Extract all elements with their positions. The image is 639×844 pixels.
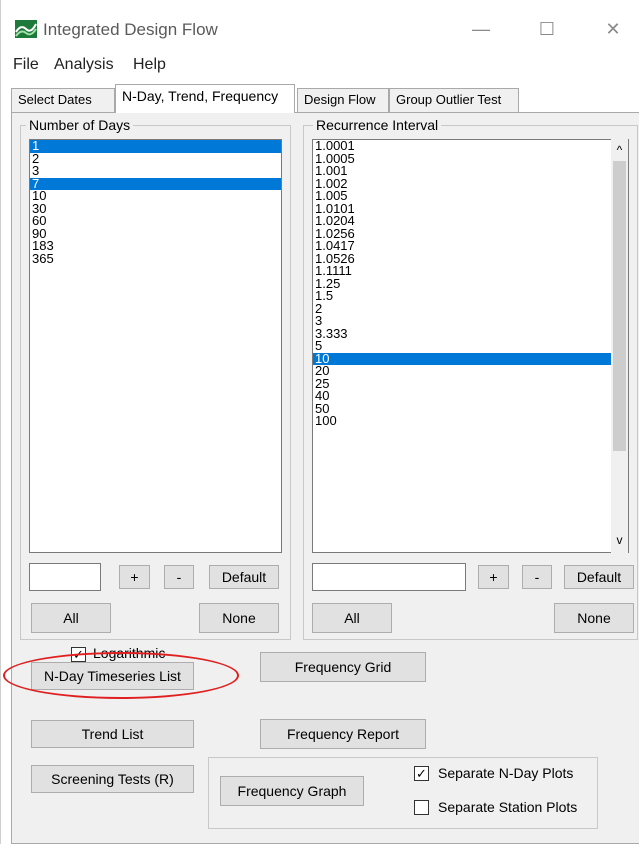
list-item[interactable]: 3.333 <box>313 327 628 341</box>
recurrence-input[interactable] <box>312 563 466 591</box>
list-item[interactable]: 3 <box>30 164 281 178</box>
list-item[interactable]: 1 <box>30 140 281 153</box>
app-logo-icon <box>15 20 37 38</box>
tab-nday-trend-frequency[interactable]: N-Day, Trend, Frequency <box>115 84 295 113</box>
frequency-grid-button[interactable]: Frequency Grid <box>260 652 426 682</box>
frequency-graph-button[interactable]: Frequency Graph <box>220 776 364 806</box>
number-of-days-input[interactable] <box>29 563 101 591</box>
list-item[interactable]: 1.25 <box>313 277 628 291</box>
list-item[interactable]: 1.0526 <box>313 252 628 266</box>
list-item[interactable]: 1.0256 <box>313 227 628 241</box>
list-item[interactable]: 20 <box>313 364 628 378</box>
list-item[interactable]: 2 <box>30 152 281 166</box>
number-of-days-listbox[interactable]: 1 2 3 7 10 30 60 90 183 365 <box>29 139 282 553</box>
list-item[interactable]: 1.0101 <box>313 202 628 216</box>
list-item[interactable]: 90 <box>30 227 281 241</box>
list-item[interactable]: 183 <box>30 239 281 253</box>
list-item[interactable]: 10 <box>313 352 628 365</box>
list-item[interactable]: 3 <box>313 314 628 328</box>
list-item[interactable]: 1.0005 <box>313 152 628 166</box>
recurrence-interval-listbox[interactable]: 1.0001 1.0005 1.001 1.002 1.005 1.0101 1.0204 1… <box>312 139 629 553</box>
select-none-recurrence-button[interactable]: None <box>554 603 634 633</box>
list-item[interactable]: 1.0001 <box>313 140 628 153</box>
add-day-button[interactable]: + <box>119 565 150 589</box>
list-item[interactable]: 1.1111 <box>313 264 628 278</box>
list-item[interactable]: 1.001 <box>313 164 628 178</box>
list-item[interactable]: 1.5 <box>313 289 628 303</box>
app-window: Integrated Design Flow — ☐ ✕ File Analys… <box>0 0 639 844</box>
separate-station-plots-label: Separate Station Plots <box>438 799 578 815</box>
list-item[interactable]: 60 <box>30 214 281 228</box>
list-item[interactable]: 365 <box>30 252 281 266</box>
list-item[interactable]: 30 <box>30 202 281 216</box>
list-item[interactable]: 100 <box>313 414 628 428</box>
list-item[interactable]: 25 <box>313 377 628 391</box>
number-of-days-title: Number of Days <box>26 117 134 133</box>
logarithmic-label: Logarithmic <box>93 645 166 661</box>
nday-timeseries-list-button[interactable]: N-Day Timeseries List <box>31 662 194 690</box>
remove-recurrence-button[interactable]: - <box>522 565 552 589</box>
checkmark-icon: ✓ <box>416 766 427 781</box>
minimize-button[interactable]: — <box>466 16 496 42</box>
menu-analysis[interactable]: Analysis <box>54 56 114 74</box>
list-item[interactable]: 7 <box>30 177 281 190</box>
screening-tests-button[interactable]: Screening Tests (R) <box>31 765 194 793</box>
list-item[interactable]: 1.0417 <box>313 239 628 253</box>
recurrence-interval-title: Recurrence Interval <box>313 117 442 133</box>
default-recurrence-button[interactable]: Default <box>564 565 634 589</box>
scroll-up-icon[interactable]: ^ <box>613 141 626 159</box>
tab-select-dates[interactable]: Select Dates <box>11 88 115 112</box>
select-all-recurrence-button[interactable]: All <box>312 603 392 633</box>
frequency-report-button[interactable]: Frequency Report <box>260 719 426 749</box>
trend-list-button[interactable]: Trend List <box>31 720 194 748</box>
separate-station-plots-checkbox[interactable] <box>414 800 429 815</box>
default-days-button[interactable]: Default <box>209 565 279 589</box>
tab-design-flow[interactable]: Design Flow <box>297 88 389 112</box>
add-recurrence-button[interactable]: + <box>478 565 509 589</box>
menu-file[interactable]: File <box>13 56 39 74</box>
window-title: Integrated Design Flow <box>43 20 218 39</box>
scroll-down-icon[interactable]: v <box>613 531 626 549</box>
list-item[interactable]: 1.002 <box>313 177 628 191</box>
list-item[interactable]: 50 <box>313 402 628 416</box>
logarithmic-checkbox[interactable]: ✓ <box>71 647 86 662</box>
list-item[interactable]: 40 <box>313 389 628 403</box>
select-all-days-button[interactable]: All <box>31 603 111 633</box>
tab-group-outlier-test[interactable]: Group Outlier Test <box>389 88 519 112</box>
list-item[interactable]: 1.005 <box>313 189 628 203</box>
list-item[interactable]: 2 <box>313 302 628 316</box>
menu-help[interactable]: Help <box>133 56 166 74</box>
separate-nday-plots-checkbox[interactable]: ✓ <box>414 766 429 781</box>
select-none-days-button[interactable]: None <box>199 603 279 633</box>
separate-nday-plots-label: Separate N-Day Plots <box>438 765 574 781</box>
list-item[interactable]: 1.0204 <box>313 214 628 228</box>
list-item[interactable]: 5 <box>313 339 628 353</box>
close-button[interactable]: ✕ <box>598 16 628 42</box>
maximize-button[interactable]: ☐ <box>532 16 562 42</box>
checkmark-icon: ✓ <box>73 647 84 662</box>
scrollbar-thumb[interactable] <box>613 161 626 451</box>
list-item[interactable]: 10 <box>30 189 281 203</box>
remove-day-button[interactable]: - <box>164 565 194 589</box>
